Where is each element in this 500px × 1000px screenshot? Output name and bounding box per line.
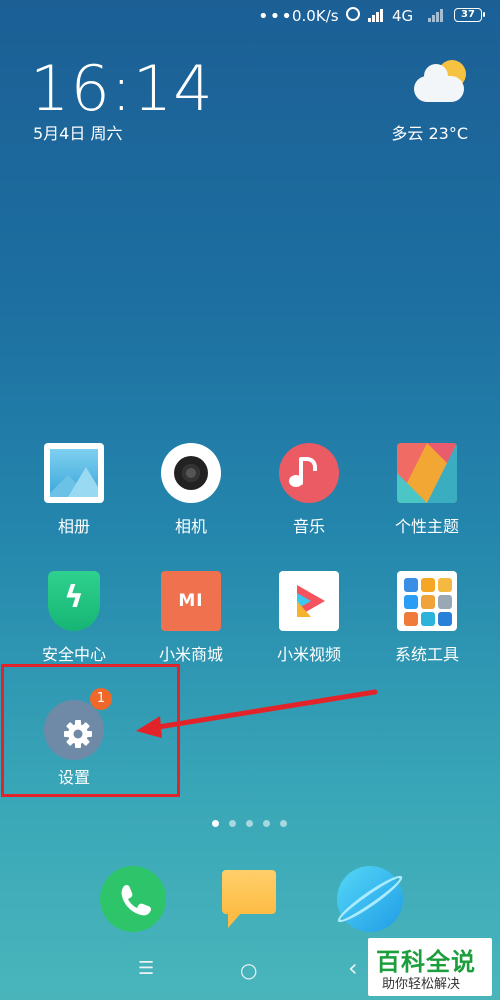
app-label: 相册 (57, 517, 90, 536)
network-speed: 0.0K/s (292, 7, 339, 25)
app-label: 音乐 (292, 517, 325, 536)
app-label: 个性主题 (394, 517, 459, 536)
browser-icon[interactable] (334, 866, 406, 932)
message-icon[interactable] (220, 868, 286, 934)
page-indicator (212, 820, 292, 828)
app-system-tools[interactable]: 系统工具 (372, 571, 482, 665)
signal-2-icon (428, 8, 446, 22)
system-tools-folder-icon (397, 571, 457, 631)
app-label: 安全中心 (41, 645, 106, 664)
themes-icon (397, 443, 457, 503)
gallery-icon (44, 443, 104, 503)
app-security[interactable]: ϟ 安全中心 (19, 571, 129, 665)
watermark-title: 百科全说 (376, 948, 476, 976)
watermark: 百科全说 助你轻松解决 (368, 938, 492, 996)
security-icon: ϟ (44, 571, 104, 631)
watermark-subtitle: 助你轻松解决 (382, 977, 461, 992)
clock-date: 5月4日 周六 (33, 124, 123, 143)
notification-dots: ••• (258, 6, 293, 27)
partly-cloudy-icon[interactable] (412, 60, 470, 108)
app-music[interactable]: 音乐 (254, 443, 364, 537)
app-label: 相机 (174, 517, 207, 536)
app-gallery[interactable]: 相册 (19, 443, 129, 537)
app-label: 小米视频 (276, 645, 341, 664)
mi-video-icon (279, 571, 339, 631)
weather-text[interactable]: 多云 23°C (391, 120, 468, 144)
home-button[interactable]: ○ (240, 958, 257, 982)
back-button[interactable]: ‹ (348, 954, 358, 982)
app-camera[interactable]: 相机 (136, 443, 246, 537)
menu-button[interactable]: ☰ (138, 958, 154, 979)
app-mi-video[interactable]: 小米视频 (254, 571, 364, 665)
battery-icon: 37 (454, 8, 485, 22)
camera-icon (161, 443, 221, 503)
music-icon (279, 443, 339, 503)
clock-time[interactable]: 16:14 (30, 52, 214, 125)
pointer-arrow (136, 689, 378, 738)
app-mi-store[interactable]: MI 小米商城 (136, 571, 246, 665)
signal-icon (368, 8, 386, 22)
network-type: 4G (392, 7, 414, 25)
app-themes[interactable]: 个性主题 (372, 443, 482, 537)
app-label: 系统工具 (394, 645, 459, 664)
alarm-icon (346, 7, 360, 21)
app-label: 小米商城 (158, 645, 223, 664)
mi-store-icon: MI (161, 571, 221, 631)
status-bar: ••• 0.0K/s 4G 37 (0, 0, 500, 32)
phone-icon[interactable] (100, 866, 166, 932)
